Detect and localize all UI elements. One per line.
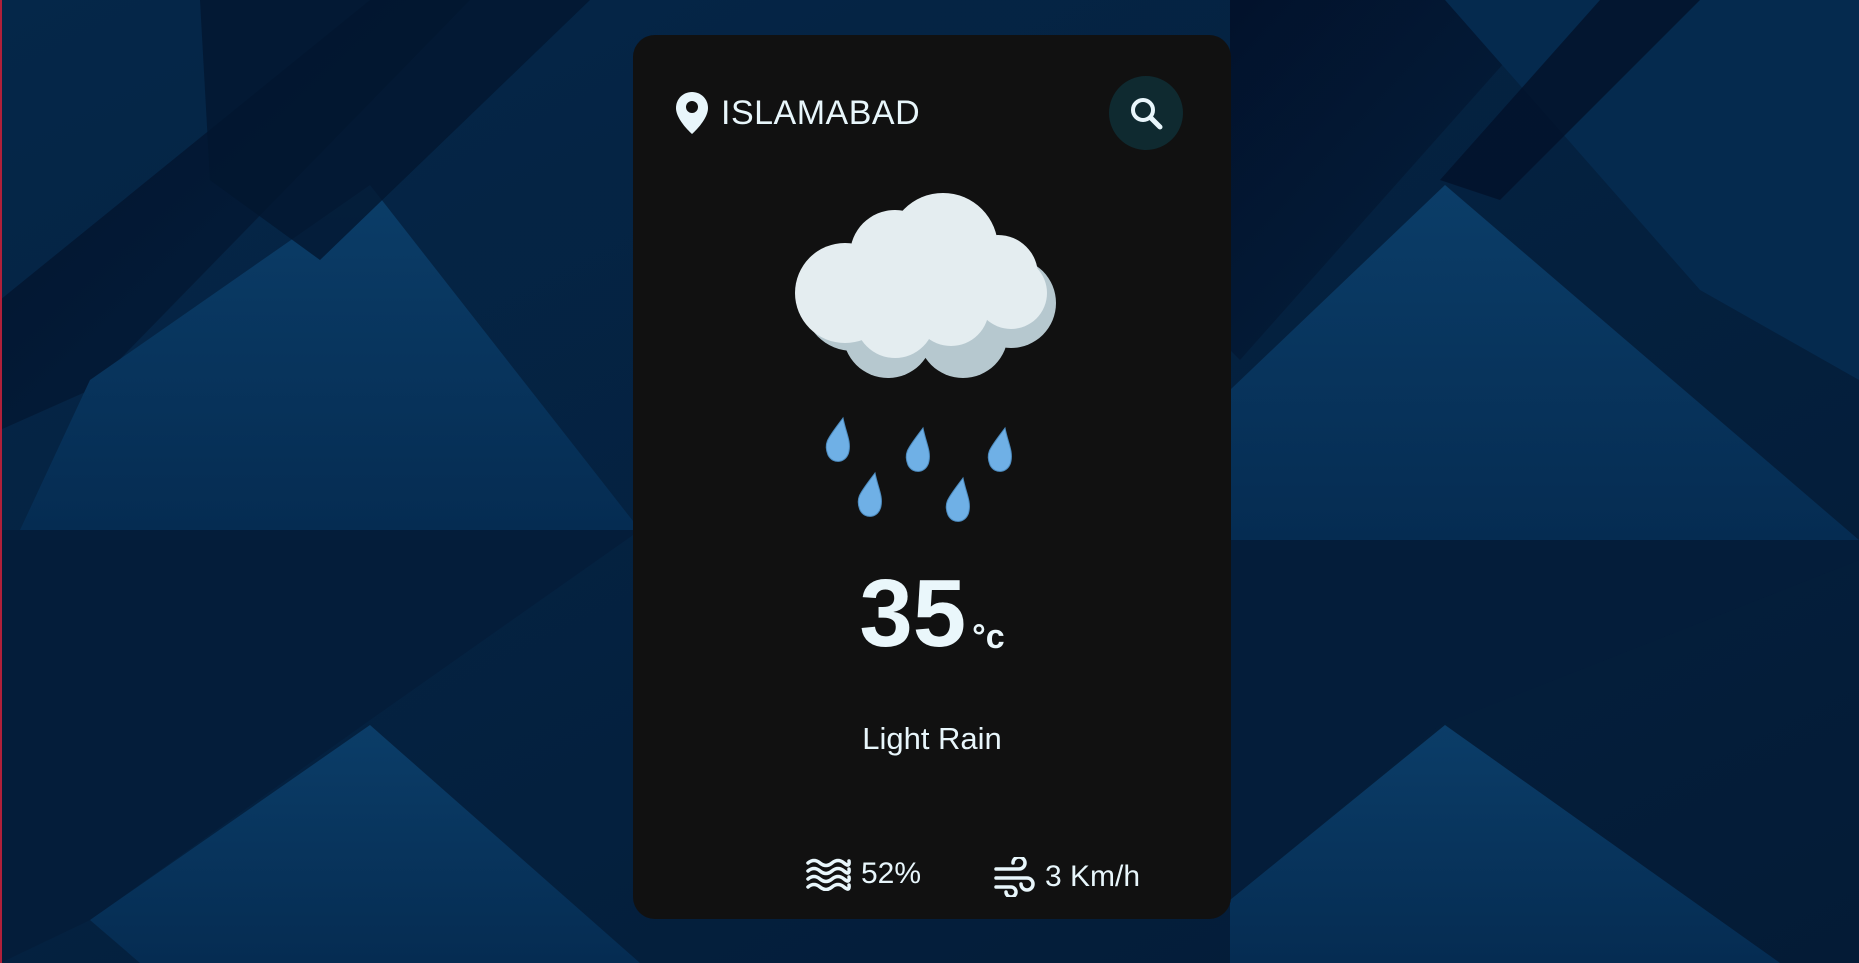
search-button[interactable]	[1109, 76, 1183, 150]
search-icon	[1131, 98, 1163, 130]
window-edge	[0, 0, 2, 963]
wind-value: 3 Km/h	[1045, 860, 1141, 893]
humidity-value: 52%	[861, 857, 922, 890]
wind-stat: 3 Km/h	[993, 857, 1140, 897]
humidity-stat: 52%	[805, 857, 921, 891]
location: ISLAMABAD	[675, 91, 920, 135]
rain-cloud-icon	[795, 193, 1056, 522]
wind-icon	[994, 857, 1035, 897]
temperature: 35 °c	[633, 566, 1231, 662]
weather-card: ISLAMABAD 35 °c Light Rain 52% 3 Km/h	[633, 35, 1231, 919]
map-pin-icon	[676, 92, 708, 134]
temperature-value: 35	[859, 560, 967, 667]
city-name: ISLAMABAD	[721, 94, 921, 132]
humidity-waves-icon	[806, 858, 851, 891]
temperature-unit: °c	[972, 618, 1005, 656]
weather-condition: Light Rain	[862, 721, 1002, 756]
